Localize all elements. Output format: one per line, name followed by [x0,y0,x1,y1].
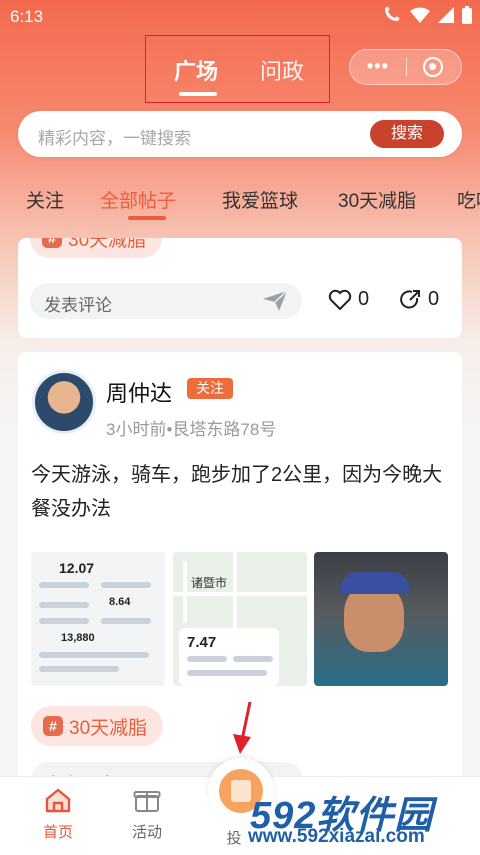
close-miniapp-icon[interactable] [423,57,443,77]
topic-tag[interactable]: # 30天减脂 [30,238,163,258]
photo-line [233,656,273,662]
home-icon [45,788,71,813]
heart-icon [328,289,352,310]
topic-tag[interactable]: # 30天减脂 [31,706,164,746]
post-photos: 12.07 8.64 13,880 诸暨市 7.47 [31,552,449,686]
photo-line [39,652,149,658]
tab-politics[interactable]: 问政 [260,54,304,86]
topic-tag-label: 30天减脂 [68,238,147,251]
nav-activity[interactable]: 活动 [117,787,177,842]
pointer-arrow-icon [233,701,252,754]
like-count: 0 [358,288,370,310]
photo-line [39,602,89,608]
hash-icon: # [42,238,62,248]
tab-plaza[interactable]: 广场 [174,54,218,86]
photo-bandana [340,572,410,594]
share-stat[interactable]: 0 [398,288,439,311]
follow-button[interactable]: 关注 [187,378,233,399]
top-tab-bar: 广场 问政 [145,35,330,103]
category-follow[interactable]: 关注 [26,186,64,213]
photo-line [187,656,227,662]
search-button[interactable]: 搜索 [370,120,444,148]
status-icons [382,6,472,24]
nav-activity-label: 活动 [131,824,162,841]
like-stat[interactable]: 0 [328,288,369,311]
phone-wifi-icon [385,6,400,21]
send-icon[interactable] [262,290,288,312]
share-count: 0 [428,288,440,310]
gift-icon [133,791,161,812]
nav-home[interactable]: 首页 [28,787,88,842]
photo-line [187,670,267,676]
photo-run-map[interactable]: 诸暨市 7.47 [173,552,307,686]
category-tabs: 关注 全部帖子 我爱篮球 30天减脂 吃喝 [0,180,480,220]
category-food[interactable]: 吃喝 [457,186,480,213]
photo-workout-stats[interactable]: 12.07 8.64 13,880 [31,552,165,686]
avatar[interactable] [32,370,96,434]
category-active-indicator [128,216,166,220]
tab-active-indicator [179,92,217,96]
topic-tag-label: 30天减脂 [69,717,148,739]
photo-stat-distance: 12.07 [59,560,95,576]
photo-stat-steps: 13,880 [61,632,95,644]
search-input[interactable]: 精彩内容，一键搜索 [38,124,191,149]
category-30day-fatloss[interactable]: 30天减脂 [338,186,416,213]
photo-line [39,582,89,588]
share-icon [400,289,420,308]
map-road [183,562,187,622]
photo-line [39,618,89,624]
wifi-icon [410,7,430,23]
signal-icon [438,7,454,23]
status-time: 6:13 [10,7,44,26]
nav-home-label: 首页 [42,824,73,841]
map-road [173,592,307,596]
category-basketball[interactable]: 我爱篮球 [222,186,298,213]
photo-line [101,582,151,588]
watermark: 592软件园 www.592xiazai.com [246,790,480,850]
battery-icon [462,6,472,24]
photo-line [39,666,119,672]
watermark-url: www.592xiazai.com [248,826,425,847]
photo-selfie[interactable] [314,552,448,686]
status-bar: 6:13 [0,0,480,34]
capsule-divider [406,58,407,76]
comment-placeholder: 发表评论 [44,296,112,315]
post-text: 今天游泳，骑车，跑步加了2公里，因为今晚大餐没办法 [31,464,443,520]
miniapp-capsule: ••• [349,49,462,85]
map-stat-distance: 7.47 [187,634,217,651]
search-bar[interactable]: 精彩内容，一键搜索 搜索 [18,111,462,157]
category-all-posts[interactable]: 全部帖子 [100,186,176,213]
map-road [233,552,237,632]
photo-stat-pace: 8.64 [109,596,131,608]
hash-icon: # [43,716,63,736]
photo-line [101,618,151,624]
post-meta: 3小时前•艮塔东路78号 [106,420,277,439]
map-city-label: 诸暨市 [191,576,228,590]
comment-input[interactable]: 发表评论 [30,283,302,319]
more-icon[interactable]: ••• [367,56,389,77]
author-name[interactable]: 周仲达 [106,376,172,408]
previous-post-card: # 30天减脂 发表评论 0 0 [18,238,462,338]
